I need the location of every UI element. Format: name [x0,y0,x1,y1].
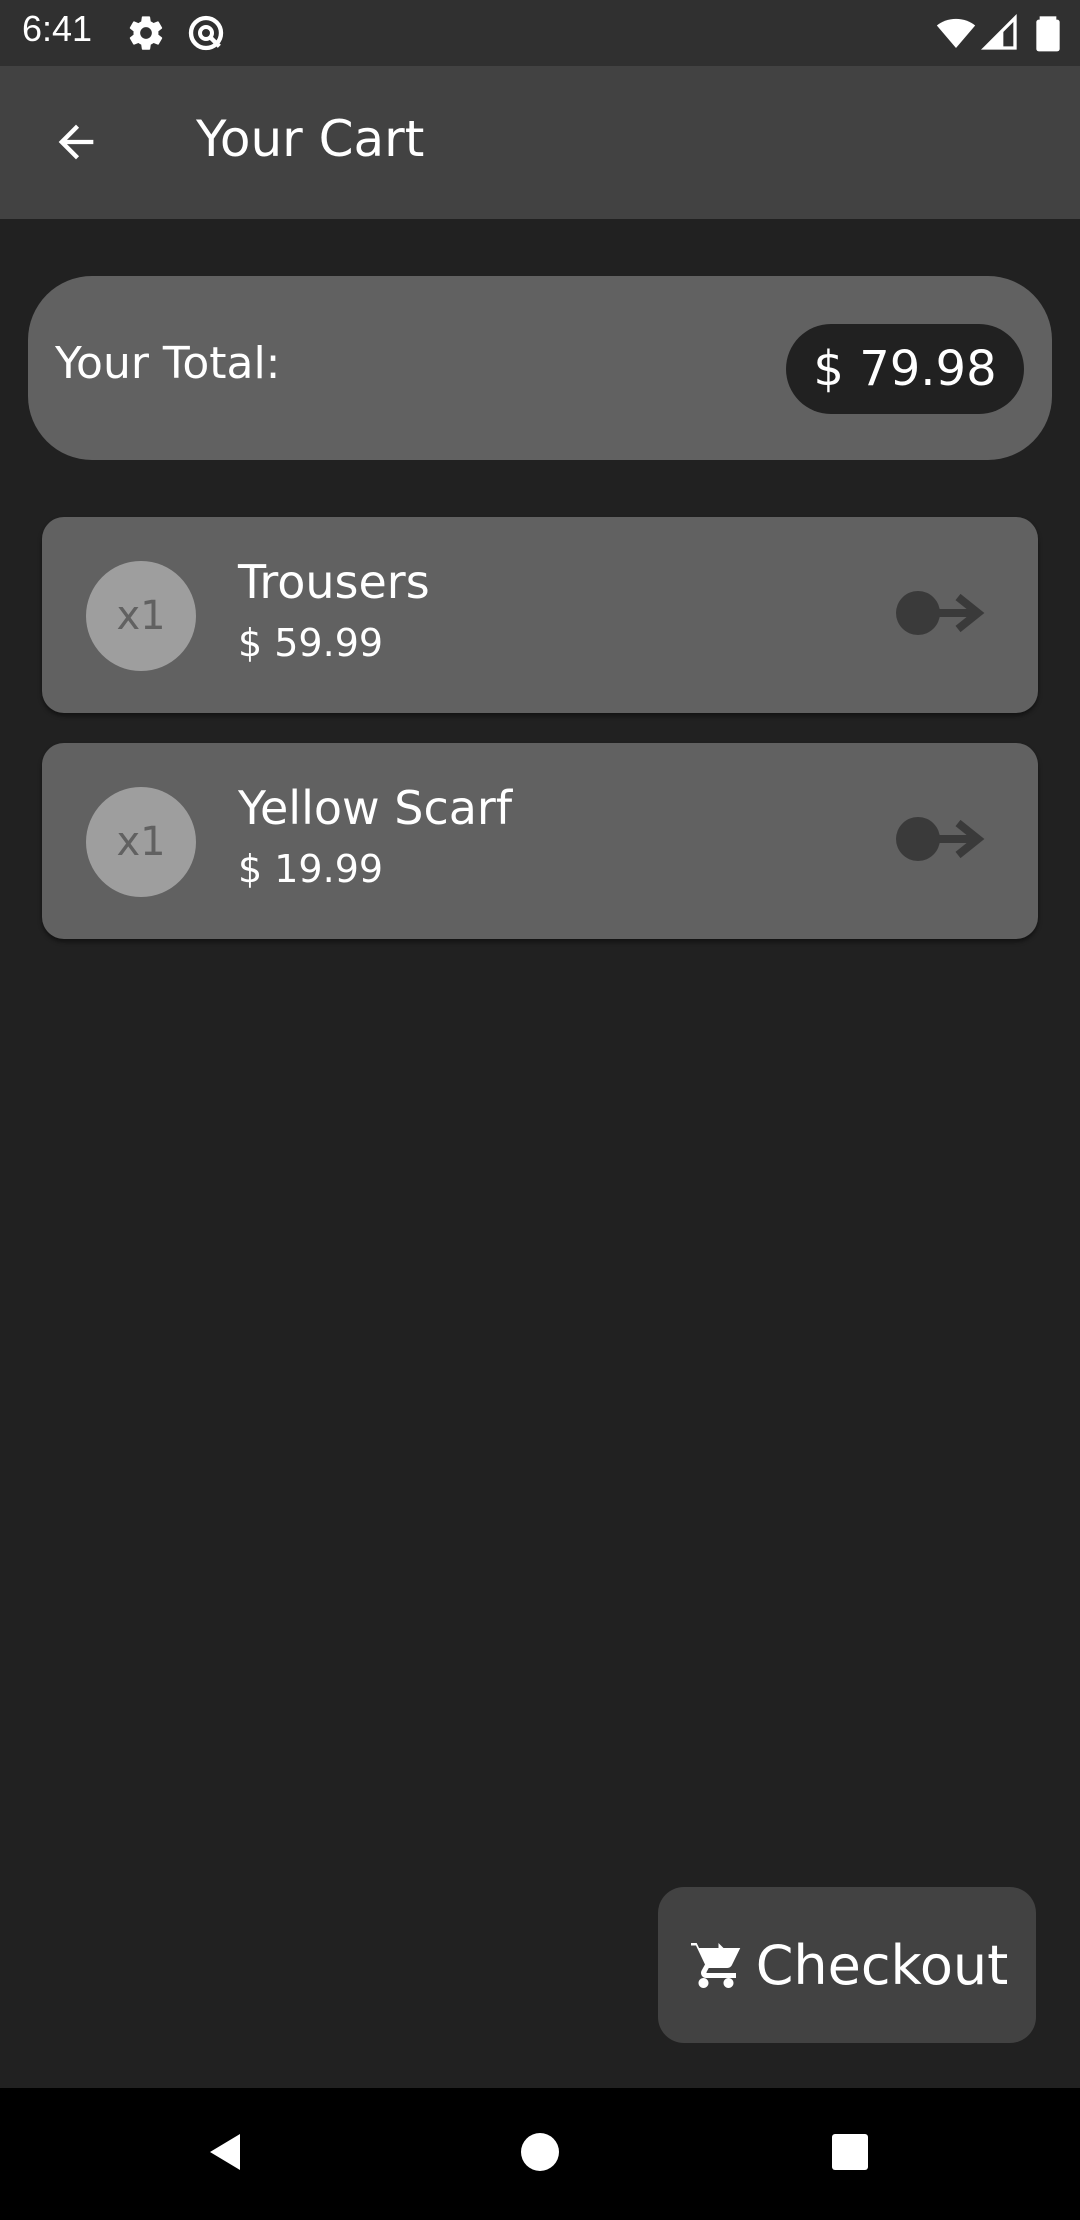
back-button[interactable] [40,108,112,180]
cart-screen: 6:41 Your Cart Your Total: $ 79.98 x1 Tr… [0,0,1080,2220]
arrow-back-icon [50,116,102,172]
home-circle-icon [516,2128,564,2180]
cart-checkout-icon [686,1933,746,1997]
remove-item-button[interactable] [894,805,990,877]
remove-item-button[interactable] [894,579,990,651]
total-label: Your Total: [55,338,281,389]
page-title: Your Cart [196,110,425,168]
settings-icon [126,13,166,53]
remove-from-cart-icon [894,577,990,653]
nav-home-button[interactable] [510,2124,570,2184]
system-nav-bar [0,2088,1080,2220]
nav-recents-button[interactable] [820,2124,880,2184]
remove-from-cart-icon [894,803,990,879]
item-price: $ 59.99 [238,621,384,665]
battery-icon [1028,13,1068,53]
status-time: 6:41 [22,8,93,49]
status-bar: 6:41 [0,0,1080,66]
back-triangle-icon [202,2128,250,2180]
cart-list: x1 Trousers $ 59.99 x1 Yellow Scarf $ 19… [42,517,1038,969]
sync-icon [186,13,226,53]
app-bar: Your Cart [0,66,1080,219]
item-price: $ 19.99 [238,847,384,891]
quantity-badge: x1 [86,561,196,671]
checkout-button[interactable]: Checkout [658,1887,1036,2043]
total-card: Your Total: $ 79.98 [28,276,1052,460]
quantity-badge: x1 [86,787,196,897]
total-amount: $ 79.98 [786,324,1024,414]
cart-item[interactable]: x1 Yellow Scarf $ 19.99 [42,743,1038,939]
wifi-icon [936,13,976,53]
checkout-label: Checkout [755,1933,1009,1997]
cart-item[interactable]: x1 Trousers $ 59.99 [42,517,1038,713]
nav-back-button[interactable] [196,2124,256,2184]
item-name: Yellow Scarf [238,781,513,835]
item-name: Trousers [238,555,430,609]
recents-square-icon [826,2128,874,2180]
signal-icon [980,13,1020,53]
